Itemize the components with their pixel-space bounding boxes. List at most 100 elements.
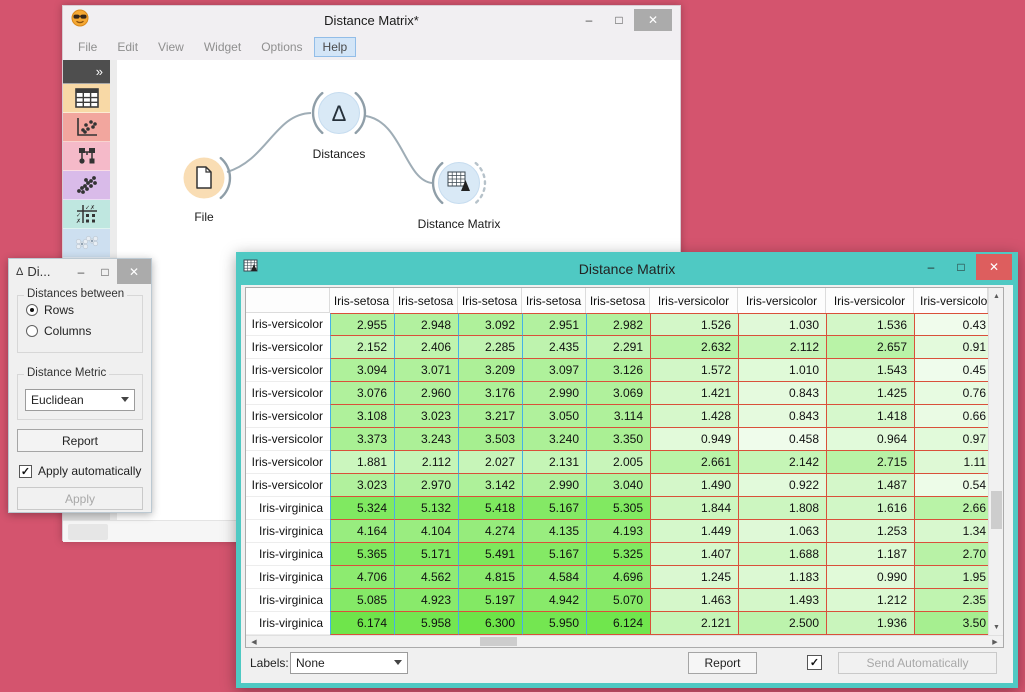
distance-cell[interactable]: 1.616 — [826, 497, 914, 520]
row-header[interactable]: Iris-versicolor — [246, 359, 330, 382]
distance-cell[interactable]: 5.418 — [458, 497, 522, 520]
distance-cell[interactable]: 4.584 — [522, 566, 586, 589]
distance-cell[interactable]: 0.43 — [914, 313, 988, 336]
row-header[interactable]: Iris-virginica — [246, 543, 330, 566]
row-header[interactable]: Iris-versicolor — [246, 313, 330, 336]
distance-cell[interactable]: 2.990 — [522, 382, 586, 405]
model-icon[interactable] — [63, 142, 110, 171]
canvas-window-titlebar[interactable]: Distance Matrix* – □ ✕ — [63, 6, 680, 34]
distance-cell[interactable]: 1.063 — [738, 520, 826, 543]
distance-cell[interactable]: 1.212 — [826, 589, 914, 612]
menu-view[interactable]: View — [149, 37, 193, 57]
distance-cell[interactable]: 0.843 — [738, 405, 826, 428]
node-distance-matrix[interactable] — [433, 163, 485, 204]
distance-cell[interactable]: 2.152 — [330, 336, 394, 359]
distance-cell[interactable]: 2.632 — [650, 336, 738, 359]
distance-cell[interactable]: 1.449 — [650, 520, 738, 543]
distance-cell[interactable]: 3.126 — [586, 359, 650, 382]
dialog-minimize-button[interactable]: – — [69, 259, 93, 284]
distance-cell[interactable]: 3.097 — [522, 359, 586, 382]
distance-cell[interactable]: 0.45 — [914, 359, 988, 382]
column-header[interactable]: Iris-versicolor — [650, 288, 738, 313]
distance-cell[interactable]: 1.572 — [650, 359, 738, 382]
distance-cell[interactable]: 4.135 — [522, 520, 586, 543]
dialog-maximize-button[interactable]: □ — [93, 259, 117, 284]
horizontal-scroll-thumb[interactable] — [480, 637, 517, 646]
row-header[interactable]: Iris-virginica — [246, 497, 330, 520]
distance-cell[interactable]: 0.458 — [738, 428, 826, 451]
distance-cell[interactable]: 0.91 — [914, 336, 988, 359]
horizontal-scrollbar[interactable]: ◀ ▶ — [246, 635, 1003, 647]
distance-cell[interactable]: 1.421 — [650, 382, 738, 405]
distance-cell[interactable]: 5.365 — [330, 543, 394, 566]
close-button[interactable]: ✕ — [634, 9, 672, 31]
distance-cell[interactable]: 1.688 — [738, 543, 826, 566]
distance-cell[interactable]: 4.164 — [330, 520, 394, 543]
distance-cell[interactable]: 0.54 — [914, 474, 988, 497]
radio-columns[interactable]: Columns — [26, 324, 142, 338]
row-header[interactable]: Iris-virginica — [246, 612, 330, 635]
matrix-maximize-button[interactable]: □ — [946, 254, 976, 280]
distance-cell[interactable]: 0.843 — [738, 382, 826, 405]
distance-cell[interactable]: 5.958 — [394, 612, 458, 635]
distance-cell[interactable]: 2.500 — [738, 612, 826, 635]
distance-cell[interactable]: 3.114 — [586, 405, 650, 428]
distance-cell[interactable]: 4.942 — [522, 589, 586, 612]
distance-cell[interactable]: 1.543 — [826, 359, 914, 382]
maximize-button[interactable]: □ — [604, 9, 634, 31]
distance-cell[interactable]: 6.174 — [330, 612, 394, 635]
distance-cell[interactable]: 1.844 — [650, 497, 738, 520]
distance-cell[interactable]: 1.418 — [826, 405, 914, 428]
distance-cell[interactable]: 1.425 — [826, 382, 914, 405]
distance-cell[interactable]: 5.167 — [522, 543, 586, 566]
distance-cell[interactable]: 4.193 — [586, 520, 650, 543]
distance-cell[interactable]: 1.245 — [650, 566, 738, 589]
row-header[interactable]: Iris-versicolor — [246, 382, 330, 405]
cluster-icon[interactable] — [63, 171, 110, 200]
distance-cell[interactable]: 1.187 — [826, 543, 914, 566]
menu-help[interactable]: Help — [314, 37, 357, 57]
data-table-icon[interactable] — [63, 84, 110, 113]
distance-cell[interactable]: 1.030 — [738, 313, 826, 336]
menu-edit[interactable]: Edit — [108, 37, 147, 57]
distance-cell[interactable]: 3.209 — [458, 359, 522, 382]
neighbors-icon[interactable] — [63, 229, 110, 258]
distance-cell[interactable]: 2.970 — [394, 474, 458, 497]
distance-cell[interactable]: 4.706 — [330, 566, 394, 589]
distance-cell[interactable]: 2.285 — [458, 336, 522, 359]
scatter-plot-icon[interactable] — [63, 113, 110, 142]
menu-widget[interactable]: Widget — [195, 37, 250, 57]
column-header[interactable]: Iris-setosa — [586, 288, 650, 313]
column-header[interactable]: Iris-versicolor — [738, 288, 826, 313]
send-automatically-checkbox[interactable]: ✓ — [807, 655, 822, 670]
distance-cell[interactable]: 5.167 — [522, 497, 586, 520]
apply-button[interactable]: Apply — [17, 487, 143, 510]
distance-cell[interactable]: 2.948 — [394, 313, 458, 336]
distance-cell[interactable]: 1.936 — [826, 612, 914, 635]
distance-cell[interactable]: 3.350 — [586, 428, 650, 451]
row-header[interactable]: Iris-versicolor — [246, 336, 330, 359]
distance-cell[interactable]: 1.808 — [738, 497, 826, 520]
distance-cell[interactable]: 3.108 — [330, 405, 394, 428]
column-header[interactable]: Iris-setosa — [330, 288, 394, 313]
distance-cell[interactable]: 0.949 — [650, 428, 738, 451]
distance-cell[interactable]: 1.010 — [738, 359, 826, 382]
distance-cell[interactable]: 3.50 — [914, 612, 988, 635]
send-automatically-button[interactable]: Send Automatically — [838, 652, 997, 674]
dialog-close-button[interactable]: ✕ — [117, 259, 151, 284]
distance-cell[interactable]: 1.253 — [826, 520, 914, 543]
distance-cell[interactable]: 0.76 — [914, 382, 988, 405]
distance-cell[interactable]: 5.085 — [330, 589, 394, 612]
distance-cell[interactable]: 0.66 — [914, 405, 988, 428]
distance-cell[interactable]: 3.023 — [330, 474, 394, 497]
distance-cell[interactable]: 3.040 — [586, 474, 650, 497]
distance-cell[interactable]: 5.171 — [394, 543, 458, 566]
distance-cell[interactable]: 3.243 — [394, 428, 458, 451]
distance-cell[interactable]: 3.050 — [522, 405, 586, 428]
distance-cell[interactable]: 5.324 — [330, 497, 394, 520]
distance-cell[interactable]: 1.487 — [826, 474, 914, 497]
matrix-close-button[interactable]: ✕ — [976, 254, 1012, 280]
rank-icon[interactable]: ✓✗✓✗ — [63, 200, 110, 229]
metric-combobox[interactable]: Euclidean — [25, 389, 135, 411]
distance-cell[interactable]: 2.112 — [738, 336, 826, 359]
